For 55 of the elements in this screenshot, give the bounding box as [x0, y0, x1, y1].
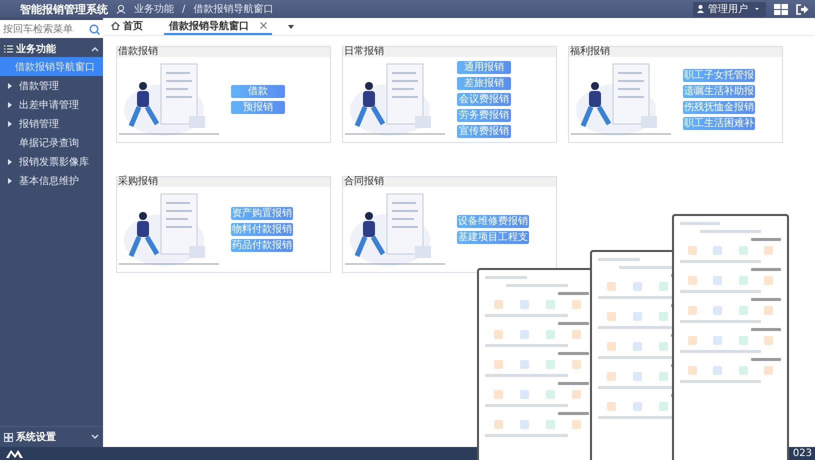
menu-item[interactable]: 借款报销导航窗口 — [0, 57, 103, 76]
list-icon — [4, 44, 13, 52]
user-menu-button[interactable]: 管理用户 — [693, 2, 766, 16]
section-title[interactable]: 业务功能 — [16, 42, 88, 56]
menu-item[interactable]: 基本信息维护 — [0, 171, 103, 190]
card-title: 日常报销 — [343, 47, 556, 57]
breadcrumb-separator: / — [182, 4, 186, 14]
caret-icon — [8, 102, 12, 108]
search-icon[interactable] — [89, 24, 100, 34]
app-title: 智能报销管理系统 — [20, 2, 108, 16]
reimburse-button[interactable]: 借款 — [231, 85, 285, 98]
caret-icon — [8, 178, 12, 184]
caret-icon — [8, 120, 12, 126]
tab[interactable]: 首页 — [106, 18, 148, 35]
card-title: 借款报销 — [117, 47, 330, 57]
section-title[interactable]: 系统设置 — [16, 430, 88, 444]
reimburse-button[interactable]: 劳务费报销 — [457, 109, 511, 122]
reimburse-button[interactable]: 职工生活困难补 — [683, 117, 755, 130]
reimburse-button[interactable]: 物料付款报销 — [231, 223, 293, 236]
breadcrumb-item[interactable]: 业务功能 — [134, 2, 174, 16]
reimburse-button[interactable]: 设备维修费报销 — [457, 215, 529, 228]
card-title: 福利报销 — [569, 47, 782, 57]
user-icon — [697, 5, 704, 13]
menu-item[interactable]: 单据记录查询 — [0, 133, 103, 152]
grid-icon[interactable] — [774, 4, 788, 14]
caret-icon — [8, 82, 12, 88]
card-title: 合同报销 — [343, 177, 556, 187]
chevron-up-icon[interactable] — [91, 46, 99, 52]
logo-icon — [6, 449, 26, 458]
chevron-down-icon[interactable] — [91, 434, 99, 440]
menu-item[interactable]: 报销管理 — [0, 114, 103, 133]
footer-text: 023 — [792, 448, 812, 459]
tab[interactable]: 借款报销导航窗口 — [164, 18, 272, 35]
home-icon — [111, 22, 120, 30]
breadcrumb-item[interactable]: 借款报销导航窗口 — [193, 2, 274, 16]
user-icon — [116, 4, 126, 14]
menu-item[interactable]: 出差申请管理 — [0, 95, 103, 114]
menu-item[interactable]: 借款管理 — [0, 76, 103, 95]
reimburse-button[interactable]: 预报销 — [231, 101, 285, 114]
caret-icon — [8, 158, 12, 164]
reimburse-button[interactable]: 伤残抚恤金报销 — [683, 101, 755, 114]
card-title: 采购报销 — [117, 177, 330, 187]
reimburse-button[interactable]: 会议费报销 — [457, 93, 511, 106]
menu-item[interactable]: 报销发票影像库 — [0, 152, 103, 171]
close-icon[interactable] — [260, 22, 267, 29]
reimburse-button[interactable]: 宣传费报销 — [457, 125, 511, 138]
grid-icon — [4, 432, 13, 442]
reimburse-button[interactable]: 基建项目工程支 — [457, 231, 529, 244]
reimburse-button[interactable]: 资产购置报销 — [231, 207, 293, 220]
reimburse-button[interactable]: 药品付款报销 — [231, 239, 293, 252]
reimburse-button[interactable]: 差旅报销 — [457, 77, 511, 90]
reimburse-button[interactable]: 职工子女托管报 — [683, 69, 755, 82]
logout-icon[interactable] — [796, 4, 809, 14]
reimburse-button[interactable]: 通用报销 — [457, 61, 511, 74]
reimburse-button[interactable]: 遗嘱生活补助报 — [683, 85, 755, 98]
